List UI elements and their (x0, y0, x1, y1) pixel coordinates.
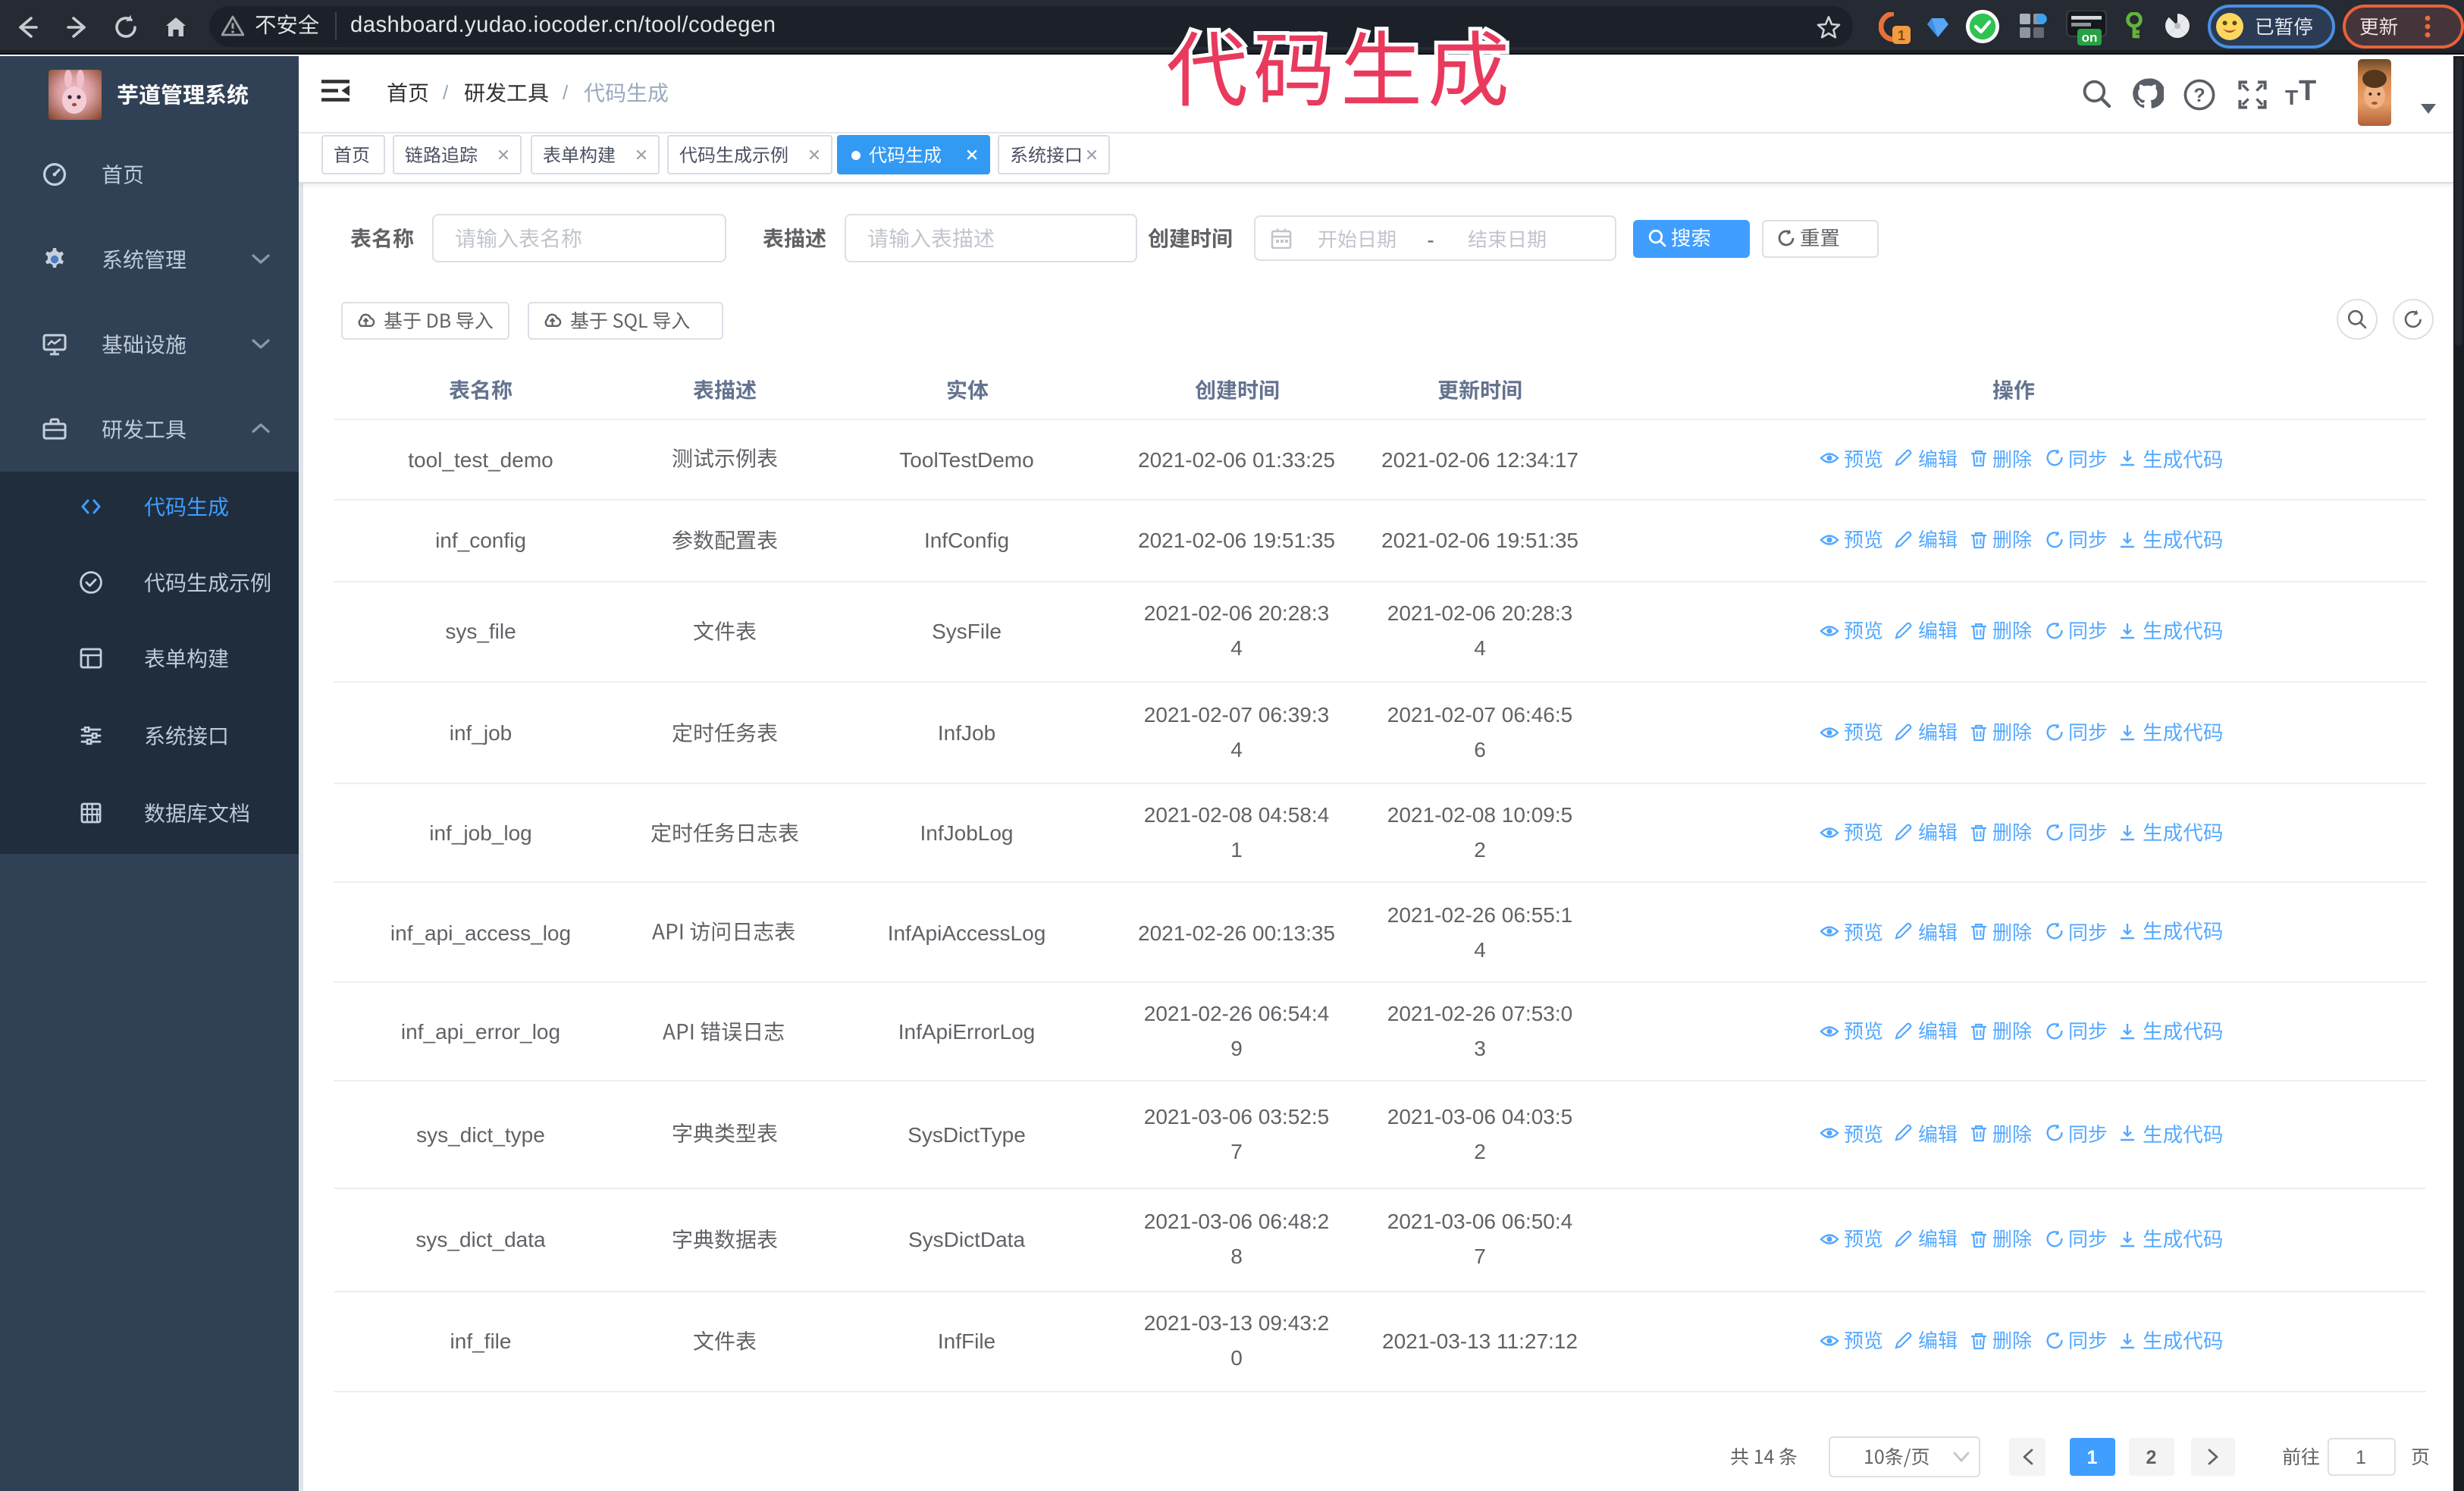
svg-text:on: on (2082, 30, 2098, 45)
svg-text:?: ? (2193, 85, 2205, 106)
svg-text:1: 1 (1898, 28, 1905, 43)
